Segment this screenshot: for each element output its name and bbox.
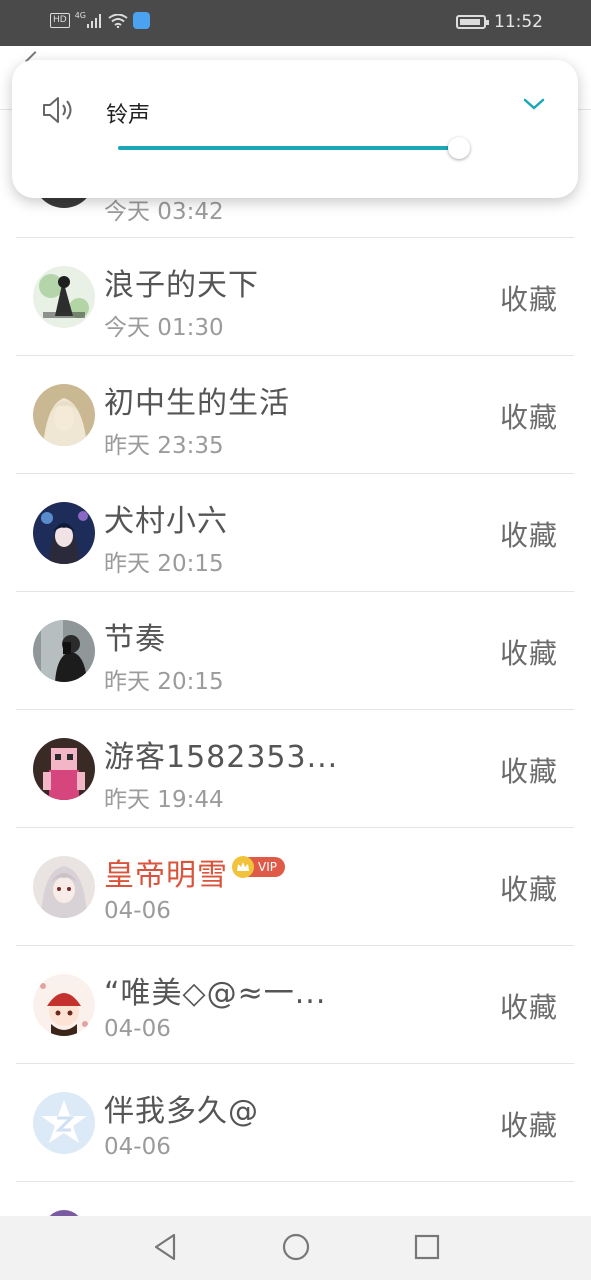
favorite-button[interactable]: 收藏 <box>500 396 558 436</box>
anime-white-hair-avatar-icon <box>33 384 95 446</box>
contact-name: 节奏 <box>104 622 166 657</box>
volume-popup: 铃声 <box>12 60 578 198</box>
ink-painting-avatar-icon <box>33 266 95 328</box>
contact-name: “唯美◇@≈一... <box>104 976 327 1011</box>
home-icon[interactable] <box>281 1232 311 1262</box>
favorite-button[interactable]: 收藏 <box>500 278 558 318</box>
battery-icon <box>456 15 489 29</box>
avatar <box>33 502 95 564</box>
contact-time: 04-06 <box>104 1016 171 1042</box>
pixel-character-avatar-icon <box>33 738 95 800</box>
app-notification-icon <box>133 12 150 29</box>
favorite-button[interactable]: 收藏 <box>500 750 558 790</box>
contact-name: 浪子的天下 <box>104 268 259 303</box>
favorite-button[interactable]: 收藏 <box>500 632 558 672</box>
list-item[interactable]: 伴我多久@ 04-06 收藏 <box>16 1064 574 1182</box>
default-star-avatar-icon <box>33 1092 95 1154</box>
chibi-red-hat-avatar-icon <box>33 974 95 1036</box>
status-left-icons: HD 4G <box>50 11 150 29</box>
list-item[interactable]: 初中生的生活 昨天 23:35 收藏 <box>16 356 574 474</box>
contact-name: 游客1582353... <box>104 740 339 775</box>
list-item[interactable]: 游客1582353... 昨天 19:44 收藏 <box>16 710 574 828</box>
contact-time: 昨天 20:15 <box>104 669 224 695</box>
contact-time: 04-06 <box>104 898 171 924</box>
avatar <box>33 620 95 682</box>
anime-dark-blue-avatar-icon <box>33 502 95 564</box>
slider-thumb[interactable] <box>448 137 471 159</box>
chevron-down-icon[interactable] <box>522 96 546 112</box>
list-item-partial-bottom[interactable] <box>16 1186 574 1216</box>
avatar <box>33 1092 95 1154</box>
contact-time: 昨天 23:35 <box>104 433 224 459</box>
slider-fill <box>118 146 460 150</box>
list-item[interactable]: 犬村小六 昨天 20:15 收藏 <box>16 474 574 592</box>
ringtone-volume-slider[interactable] <box>118 137 471 159</box>
back-icon[interactable] <box>152 1232 178 1262</box>
vip-badge: VIP <box>232 856 285 878</box>
favorite-button[interactable]: 收藏 <box>500 514 558 554</box>
status-bar: HD 4G 11:52 <box>0 0 591 46</box>
status-right-icons: 11:52 <box>456 12 543 32</box>
wifi-icon <box>108 13 128 28</box>
list-item[interactable]: “唯美◇@≈一... 04-06 收藏 <box>16 946 574 1064</box>
list-item[interactable]: 浪子的天下 今天 01:30 收藏 <box>16 238 574 356</box>
crown-icon <box>232 856 254 878</box>
contact-name: 犬村小六 <box>104 504 228 539</box>
favorite-button[interactable]: 收藏 <box>500 868 558 908</box>
status-time: 11:52 <box>494 12 543 32</box>
list-item[interactable]: 皇帝明雪 VIP 04-06 收藏 <box>16 828 574 946</box>
recents-icon[interactable] <box>413 1232 441 1262</box>
avatar <box>33 856 95 918</box>
contact-time: 04-06 <box>104 1134 171 1160</box>
favorite-button[interactable]: 收藏 <box>500 986 558 1026</box>
avatar <box>33 738 95 800</box>
signal-icon <box>87 13 101 28</box>
mirror-selfie-avatar-icon <box>33 620 95 682</box>
avatar <box>33 266 95 328</box>
network-type: 4G <box>74 11 86 20</box>
list-item[interactable]: 节奏 昨天 20:15 收藏 <box>16 592 574 710</box>
avatar <box>33 974 95 1036</box>
contact-name: 皇帝明雪 <box>104 858 228 893</box>
avatar <box>33 384 95 446</box>
hd-icon: HD <box>50 13 70 28</box>
speaker-icon[interactable] <box>42 96 78 124</box>
navigation-bar <box>0 1216 591 1280</box>
contact-time: 今天 01:30 <box>104 315 224 341</box>
contact-time: 昨天 19:44 <box>104 787 224 813</box>
contact-name: 伴我多久@ <box>104 1094 259 1129</box>
volume-label: 铃声 <box>106 103 151 128</box>
contact-name: 初中生的生活 <box>104 386 290 421</box>
anime-silver-avatar-icon <box>33 856 95 918</box>
favorite-button[interactable]: 收藏 <box>500 1104 558 1144</box>
contact-time: 昨天 20:15 <box>104 551 224 577</box>
